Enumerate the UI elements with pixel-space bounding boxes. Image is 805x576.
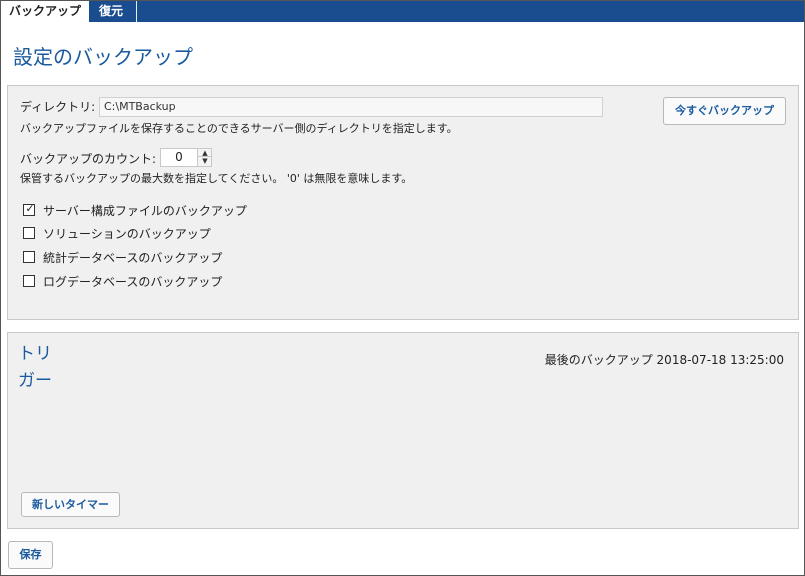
tab-restore[interactable]: 復元 bbox=[91, 1, 137, 22]
trigger-title: トリガー bbox=[18, 344, 52, 391]
page-title: 設定のバックアップ bbox=[13, 45, 193, 69]
directory-input[interactable]: C:\MTBackup bbox=[99, 97, 603, 117]
stepper-down-icon[interactable]: ▼ bbox=[198, 157, 212, 165]
backup-count-stepper[interactable]: 0 ▲ ▼ bbox=[160, 148, 212, 167]
option-label[interactable]: サーバー構成ファイルのバックアップ bbox=[43, 202, 247, 219]
stepper-up-icon[interactable]: ▲ bbox=[198, 149, 212, 157]
backup-count-label: バックアップのカウント: bbox=[20, 152, 157, 166]
option-label[interactable]: 統計データベースのバックアップ bbox=[43, 249, 222, 266]
option-label[interactable]: ソリューションのバックアップ bbox=[43, 225, 211, 242]
stepper-arrows: ▲ ▼ bbox=[197, 149, 212, 166]
tab-backup[interactable]: バックアップ bbox=[1, 1, 90, 22]
new-timer-button[interactable]: 新しいタイマー bbox=[21, 492, 120, 517]
checkbox-server-config[interactable]: ✓ bbox=[23, 202, 35, 216]
tab-bar: バックアップ 復元 bbox=[1, 1, 804, 22]
directory-description: バックアップファイルを保存することのできるサーバー側のディレクトリを指定します。 bbox=[20, 122, 458, 135]
directory-label: ディレクトリ: bbox=[20, 100, 96, 114]
last-backup-info: 最後のバックアップ 2018-07-18 13:25:00 bbox=[544, 353, 784, 367]
backup-count-value[interactable]: 0 bbox=[161, 149, 197, 166]
save-button[interactable]: 保存 bbox=[8, 541, 53, 569]
checkbox-log-db[interactable] bbox=[23, 275, 35, 287]
backup-settings-panel: ディレクトリ: C:\MTBackup バックアップファイルを保存することのでき… bbox=[7, 85, 799, 320]
checkbox-solutions[interactable] bbox=[23, 227, 35, 239]
option-label[interactable]: ログデータベースのバックアップ bbox=[43, 273, 222, 290]
checkbox-stats-db[interactable] bbox=[23, 251, 35, 263]
checkmark-icon: ✓ bbox=[25, 202, 35, 215]
trigger-panel: トリガー 最後のバックアップ 2018-07-18 13:25:00 新しいタイ… bbox=[7, 332, 799, 529]
backup-count-description: 保管するバックアップの最大数を指定してください。 '0' は無限を意味します。 bbox=[20, 172, 413, 185]
backup-settings-window: バックアップ 復元 設定のバックアップ ディレクトリ: C:\MTBackup … bbox=[0, 0, 805, 576]
backup-now-button[interactable]: 今すぐバックアップ bbox=[663, 97, 786, 125]
